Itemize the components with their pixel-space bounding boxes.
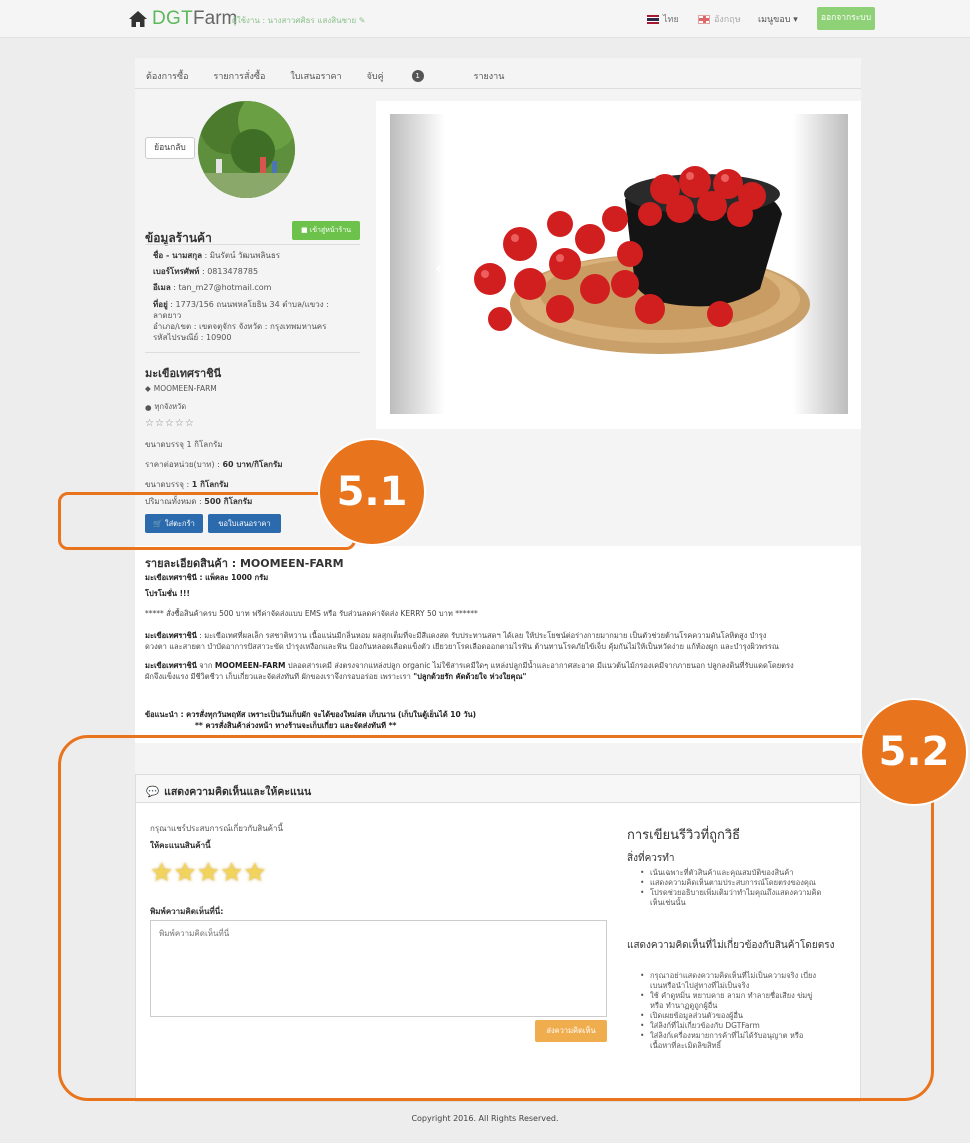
home-icon	[129, 11, 147, 27]
divider	[145, 352, 360, 353]
brand-farm-text: Farm	[193, 8, 238, 29]
detail-title: รายละเอียดสินค้า : MOOMEEN-FARM	[145, 557, 344, 570]
tag-icon: ◆	[145, 384, 151, 393]
product-price: ราคาต่อหน่วย(บาท) : 60 บาท/กิโลกรัม	[145, 460, 283, 469]
carousel-prev-icon[interactable]: ‹	[435, 258, 442, 279]
shop-info-title: ข้อมูลร้านค้า	[145, 231, 212, 245]
matching-count-badge: 1	[411, 70, 424, 82]
back-button[interactable]: ย้อนกลับ	[145, 137, 195, 159]
carousel-slide: ‹	[390, 114, 848, 414]
lang-english[interactable]: อังกฤษ	[698, 12, 741, 26]
shop-phone-row: เบอร์โทรศัพท์ : 0813478785	[153, 267, 259, 276]
shop-avatar	[198, 101, 295, 198]
tomato-image	[474, 166, 810, 354]
edit-icon[interactable]: ✎	[359, 16, 366, 25]
brand-logo[interactable]: DGT Farm	[128, 8, 237, 30]
map-marker-icon: ●	[145, 402, 152, 412]
thai-flag-icon	[647, 14, 659, 24]
callout-5-1-badge: 5.1	[318, 438, 426, 546]
product-pack-size-2: ขนาดบรรจุ : 1 กิโลกรัม	[145, 480, 229, 489]
top-navbar: DGT Farm ผู้ใช้งาน : นางสาวศศิธร แสงสินชา…	[0, 0, 970, 38]
tab-report[interactable]: รายงาน	[474, 69, 505, 83]
detail-advice-2: ** ควรสั่งสินค้าล่วงหน้า ทางร้านจะเก็บเก…	[195, 721, 397, 730]
product-image-carousel: ‹	[376, 101, 861, 429]
product-name: มะเขือเทศราชินี	[145, 367, 222, 380]
brand-dgt-text: DGT	[152, 8, 194, 29]
logout-button[interactable]: ออกจากระบบ	[817, 7, 875, 30]
seller-label: ผู้ใช้งาน : นางสาวศศิธร แสงสินชาย ✎	[232, 16, 366, 25]
visit-shop-button[interactable]: ■ เข้าสู่หน้าร้าน	[292, 221, 360, 240]
shop-email-row: อีเมล : tan_m27@hotmail.com	[153, 283, 272, 292]
uk-flag-icon	[698, 14, 710, 24]
detail-line: มะเขือเทศราชินี : แพ็คละ 1000 กรัม	[145, 573, 269, 582]
detail-paragraph-2: มะเขือเทศราชินี จาก MOOMEEN-FARM ปลอดสาร…	[145, 661, 794, 681]
divider	[145, 244, 360, 245]
tab-want-to-buy[interactable]: ต้องการซื้อ	[146, 69, 189, 83]
detail-paragraph-1: มะเขือเทศราชินี : มะเขือเทศที่ผลเล็ก รสช…	[145, 631, 779, 651]
menu-dropdown[interactable]: เมนูขอบ ▾	[758, 12, 798, 26]
product-location: ● ทุกจังหวัด	[145, 402, 187, 412]
callout-5-1-frame	[58, 492, 356, 550]
tab-orders[interactable]: รายการสั่งซื้อ	[214, 69, 266, 83]
footer-copyright: Copyright 2016. All Rights Reserved.	[411, 1114, 559, 1123]
detail-advice: ข้อแนะนำ : ควรสั่งทุกวันพฤหัส เพราะเป็นว…	[145, 710, 477, 719]
product-rating-stars: ☆☆☆☆☆	[145, 418, 195, 429]
detail-promo-text: ***** สั่งซื้อสินค้าครบ 500 บาท ฟรีค่าจั…	[145, 609, 478, 618]
shop-name-row: ชื่อ - นามสกุล : มินรัตน์ วัฒนพลินธร	[153, 251, 281, 260]
tab-bar: ต้องการซื้อ รายการสั่งซื้อ ใบเสนอราคา จั…	[146, 69, 529, 83]
product-farm-tag: ◆ MOOMEEN-FARM	[145, 384, 217, 393]
callout-5-2-frame	[58, 735, 934, 1101]
tab-matching[interactable]: จับคู่ 1	[367, 69, 449, 83]
detail-promo: โปรโมชั่น !!!	[145, 589, 190, 598]
shop-address: ที่อยู่ : 1773/156 ถนนพหลโยธิน 34 ตำบล/แ…	[153, 300, 329, 342]
tab-divider	[135, 88, 861, 89]
tab-quotations[interactable]: ใบเสนอราคา	[290, 69, 341, 83]
lang-thai[interactable]: ไทย	[647, 12, 679, 26]
product-detail-panel: รายละเอียดสินค้า : MOOMEEN-FARM มะเขือเท…	[135, 546, 861, 743]
product-pack-size: ขนาดบรรจุ 1 กิโลกรัม	[145, 440, 223, 449]
callout-5-2-badge: 5.2	[860, 698, 968, 806]
